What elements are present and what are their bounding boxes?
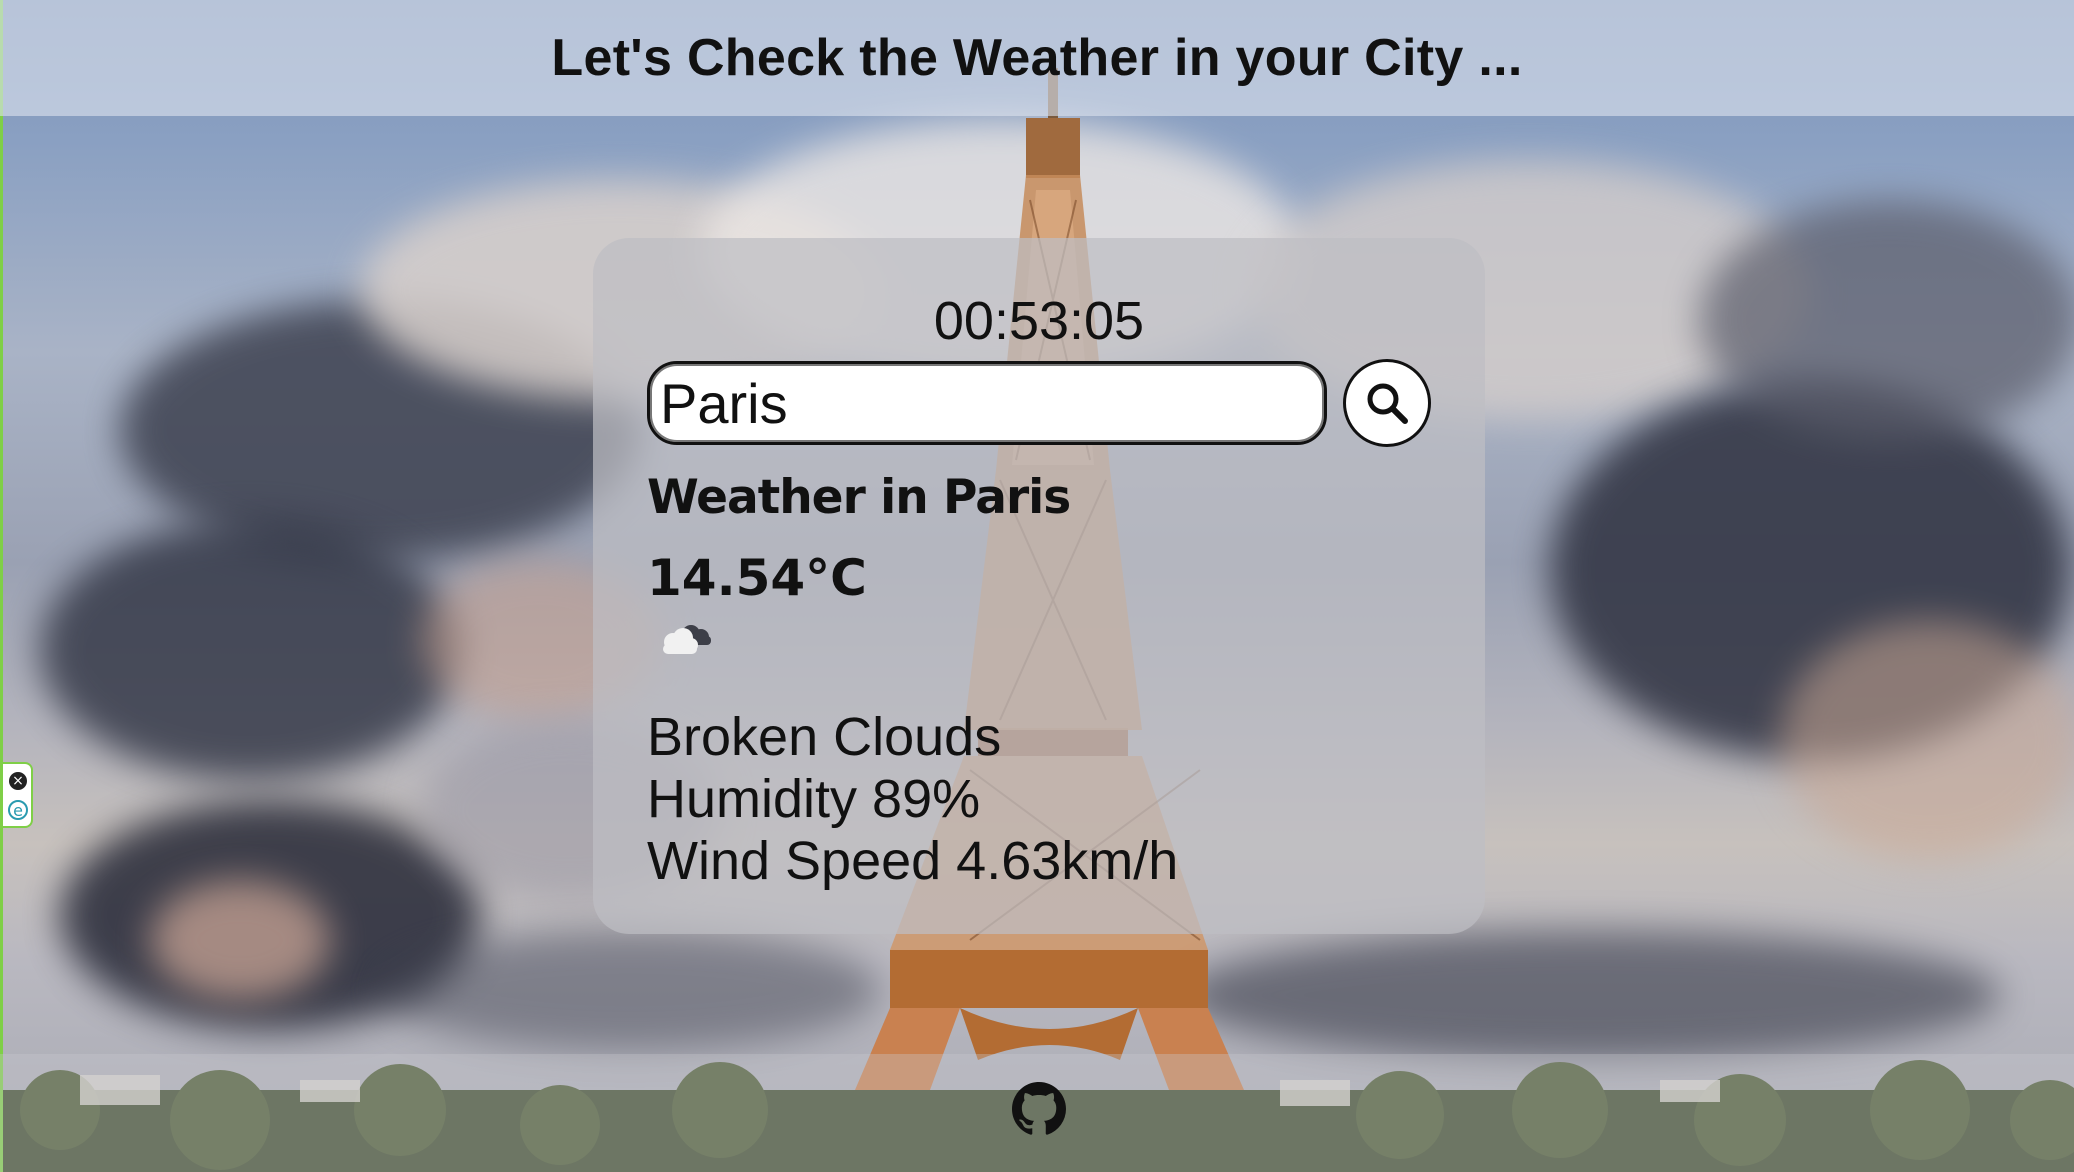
e-icon[interactable]: e: [8, 800, 28, 820]
weather-icon-container: [647, 620, 1431, 680]
weather-description: Broken Clouds: [647, 707, 1002, 767]
clock-display: 00:53:05: [933, 291, 1145, 351]
search-row: [647, 358, 1431, 448]
search-button[interactable]: [1343, 359, 1431, 447]
search-icon: [1367, 383, 1408, 424]
city-search-input[interactable]: [647, 361, 1327, 445]
city-heading: Weather in Paris: [647, 470, 1071, 525]
humidity-readout: Humidity 89%: [647, 769, 981, 829]
extension-widget: × e: [3, 762, 33, 828]
temperature: 14.54°C: [647, 549, 867, 607]
weather-card: 00:53:05 Weather in Paris 14.54°C Broken…: [593, 238, 1485, 934]
close-icon[interactable]: ×: [9, 772, 27, 790]
header-bar: Let's Check the Weather in your City ...: [0, 0, 2074, 116]
wind-speed-readout: Wind Speed 4.63km/h: [647, 831, 1179, 891]
github-icon[interactable]: [1012, 1082, 1066, 1136]
page-title: Let's Check the Weather in your City ...: [551, 29, 1523, 87]
broken-clouds-icon: [663, 625, 711, 654]
window-edge: [0, 0, 3, 1172]
